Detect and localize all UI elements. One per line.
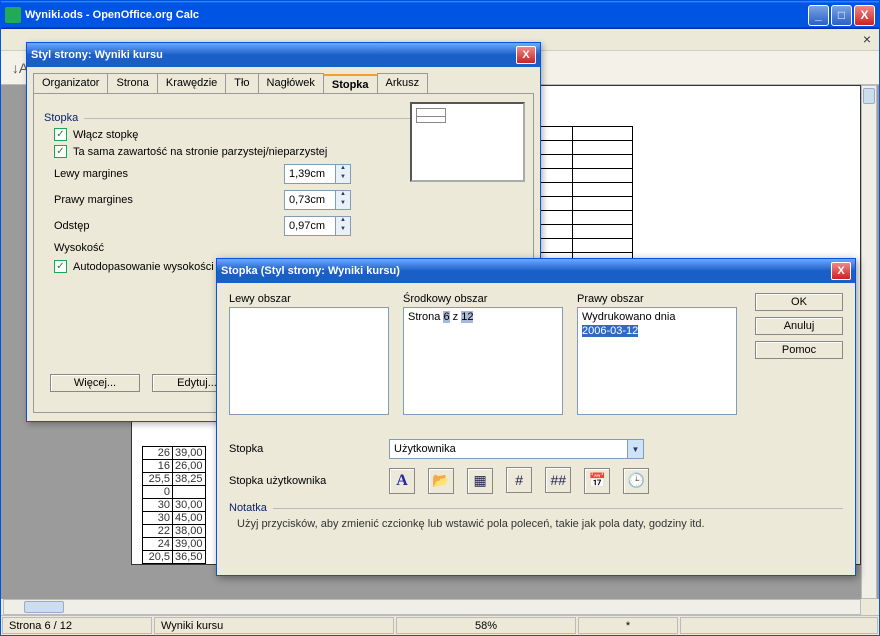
page-style-titlebar[interactable]: Styl strony: Wyniki kursu X xyxy=(27,43,540,67)
spin-up-icon[interactable]: ▲ xyxy=(336,191,350,200)
right-area-label: Prawy obszar xyxy=(577,293,737,305)
left-area-input[interactable] xyxy=(229,307,389,415)
left-area-label: Lewy obszar xyxy=(229,293,389,305)
tab-strona[interactable]: Strona xyxy=(107,73,157,93)
page-number-icon[interactable]: # xyxy=(506,467,532,493)
date-field: 2006-03-12 xyxy=(582,325,638,337)
note-label: Notatka xyxy=(229,502,267,514)
same-content-label: Ta sama zawartość na stronie parzystej/n… xyxy=(73,146,327,158)
help-button[interactable]: Pomoc xyxy=(755,341,843,359)
page-count-field: 12 xyxy=(461,311,473,323)
spin-up-icon[interactable]: ▲ xyxy=(336,165,350,174)
spacing-input[interactable] xyxy=(285,217,335,235)
cancel-button[interactable]: Anuluj xyxy=(755,317,843,335)
tab-krawedzie[interactable]: Krawędzie xyxy=(157,73,226,93)
page-style-title: Styl strony: Wyniki kursu xyxy=(31,49,163,61)
spacing-spinner[interactable]: ▲▼ xyxy=(284,216,351,236)
left-margin-spinner[interactable]: ▲▼ xyxy=(284,164,351,184)
more-button[interactable]: Więcej... xyxy=(50,374,140,392)
vertical-scrollbar[interactable] xyxy=(861,85,877,599)
tab-stopka[interactable]: Stopka xyxy=(323,74,378,94)
footer-combo[interactable]: ▼ xyxy=(389,439,644,459)
footer-edit-dialog: Stopka (Styl strony: Wyniki kursu) X Lew… xyxy=(216,258,856,576)
spin-up-icon[interactable]: ▲ xyxy=(336,217,350,226)
date-icon[interactable]: 📅 xyxy=(584,468,610,494)
right-margin-input[interactable] xyxy=(285,191,335,209)
center-area-label: Środkowy obszar xyxy=(403,293,563,305)
tabs-row: Organizator Strona Krawędzie Tło Nagłówe… xyxy=(27,67,540,93)
right-margin-label: Prawy margines xyxy=(54,194,284,206)
close-doc-icon[interactable]: × xyxy=(863,31,871,47)
enable-footer-checkbox[interactable]: ✓ xyxy=(54,128,67,141)
statusbar: Strona 6 / 12 Wyniki kursu 58% * xyxy=(1,615,879,635)
sheet-name-icon[interactable]: ▦ xyxy=(467,468,493,494)
minimize-button[interactable]: _ xyxy=(808,5,829,26)
tab-tlo[interactable]: Tło xyxy=(225,73,258,93)
footer-edit-title: Stopka (Styl strony: Wyniki kursu) xyxy=(221,265,400,277)
spin-down-icon[interactable]: ▼ xyxy=(336,174,350,183)
footer-combo-label: Stopka xyxy=(229,443,389,455)
right-area-input[interactable]: Wydrukowano dnia2006-03-12 xyxy=(577,307,737,415)
right-margin-spinner[interactable]: ▲▼ xyxy=(284,190,351,210)
horizontal-scrollbar[interactable] xyxy=(3,599,861,615)
spin-down-icon[interactable]: ▼ xyxy=(336,226,350,235)
spin-down-icon[interactable]: ▼ xyxy=(336,200,350,209)
footer-edit-close-button[interactable]: X xyxy=(831,262,851,280)
same-content-checkbox[interactable]: ✓ xyxy=(54,145,67,158)
maximize-button[interactable]: □ xyxy=(831,5,852,26)
font-icon[interactable]: A xyxy=(389,468,415,494)
footer-combo-input[interactable] xyxy=(390,440,627,458)
group-stopka-label: Stopka xyxy=(44,112,78,124)
footer-preview xyxy=(410,102,525,182)
ok-button[interactable]: OK xyxy=(755,293,843,311)
tab-naglowek[interactable]: Nagłówek xyxy=(258,73,324,93)
spacing-label: Odstęp xyxy=(54,220,284,232)
autofit-label: Autodopasowanie wysokości xyxy=(73,261,214,273)
status-sheet: Wyniki kursu xyxy=(154,617,394,634)
height-label: Wysokość xyxy=(54,242,284,254)
app-titlebar[interactable]: Wyniki.ods - OpenOffice.org Calc _ □ X xyxy=(1,1,879,29)
page-count-icon[interactable]: ## xyxy=(545,467,571,493)
mini-table: 2639,00 1626,00 25,538,25 0 3030,00 3045… xyxy=(142,446,206,564)
note-text: Użyj przycisków, aby zmienić czcionkę lu… xyxy=(237,518,843,530)
center-area-input[interactable]: Strona 6 z 12 xyxy=(403,307,563,415)
left-margin-input[interactable] xyxy=(285,165,335,183)
status-extra xyxy=(680,617,878,634)
tab-organizator[interactable]: Organizator xyxy=(33,73,108,93)
close-button[interactable]: X xyxy=(854,5,875,26)
status-page: Strona 6 / 12 xyxy=(2,617,152,634)
app-title: Wyniki.ods - OpenOffice.org Calc xyxy=(25,9,199,21)
app-icon xyxy=(5,7,21,23)
status-modified: * xyxy=(578,617,678,634)
time-icon[interactable]: 🕒 xyxy=(623,468,649,494)
chevron-down-icon[interactable]: ▼ xyxy=(627,440,643,458)
tab-arkusz[interactable]: Arkusz xyxy=(377,73,429,93)
status-zoom[interactable]: 58% xyxy=(396,617,576,634)
page-style-close-button[interactable]: X xyxy=(516,46,536,64)
autofit-checkbox[interactable]: ✓ xyxy=(54,260,67,273)
open-file-icon[interactable]: 📂 xyxy=(428,468,454,494)
left-margin-label: Lewy margines xyxy=(54,168,284,180)
footer-edit-titlebar[interactable]: Stopka (Styl strony: Wyniki kursu) X xyxy=(217,259,855,283)
user-footer-label: Stopka użytkownika xyxy=(229,475,389,487)
enable-footer-label: Włącz stopkę xyxy=(73,129,138,141)
